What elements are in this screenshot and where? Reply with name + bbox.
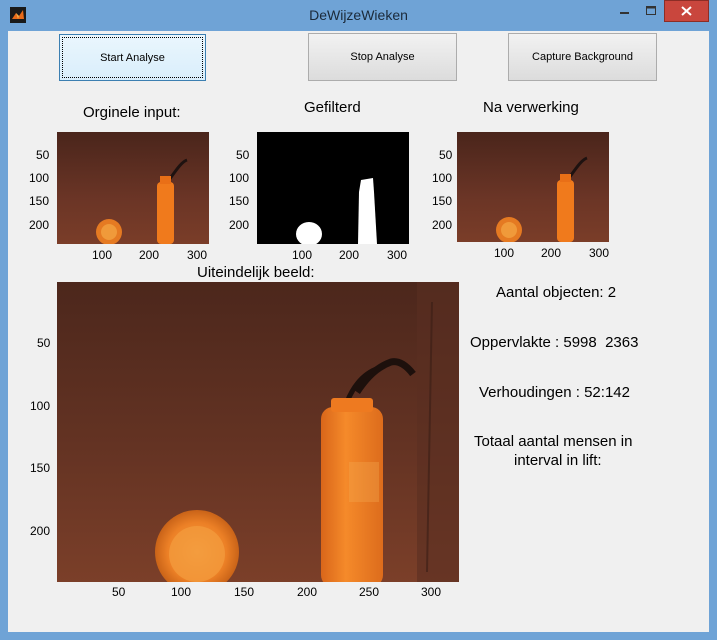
original-input-title: Orginele input: [83, 104, 181, 121]
total-people-label-line1: Totaal aantal mensen in [474, 433, 633, 450]
x-tick: 150 [234, 585, 255, 599]
y-tick: 200 [432, 218, 453, 232]
y-tick: 50 [37, 336, 51, 350]
x-tick: 200 [339, 248, 360, 262]
close-button[interactable] [664, 0, 709, 22]
x-tick: 300 [387, 248, 408, 262]
y-tick: 50 [236, 148, 250, 162]
processed-image-axes [457, 132, 609, 242]
x-tick: 300 [421, 585, 442, 599]
y-tick: 200 [30, 524, 51, 538]
close-icon [681, 6, 692, 16]
title-bar[interactable]: DeWijzeWieken [0, 0, 717, 31]
y-tick: 100 [30, 399, 51, 413]
start-analyse-button[interactable]: Start Analyse [59, 34, 206, 81]
app-window: DeWijzeWieken Start Analyse Stop Analyse… [0, 0, 717, 640]
original-image [57, 132, 209, 244]
x-tick: 100 [171, 585, 192, 599]
client-area: Start Analyse Stop Analyse Capture Backg… [8, 31, 709, 632]
x-tick: 300 [187, 248, 208, 262]
x-tick: 300 [589, 246, 610, 260]
x-tick: 250 [359, 585, 380, 599]
x-tick: 100 [292, 248, 313, 262]
x-tick: 50 [112, 585, 126, 599]
y-tick: 150 [29, 194, 50, 208]
y-tick: 150 [229, 194, 250, 208]
y-tick: 200 [229, 218, 250, 232]
y-tick: 150 [432, 194, 453, 208]
final-image-title: Uiteindelijk beeld: [197, 264, 315, 281]
x-tick: 200 [139, 248, 160, 262]
y-tick: 100 [229, 171, 250, 185]
y-tick: 100 [432, 171, 453, 185]
minimize-icon [620, 12, 629, 14]
capture-background-button[interactable]: Capture Background [508, 33, 657, 81]
processed-image [457, 132, 609, 242]
maximize-icon [646, 6, 656, 15]
filtered-image-axes [257, 132, 409, 244]
original-image-axes [57, 132, 209, 244]
filtered-image [257, 132, 409, 244]
y-tick: 50 [439, 148, 453, 162]
minimize-button[interactable] [611, 0, 638, 22]
y-tick: 200 [29, 218, 50, 232]
x-tick: 100 [494, 246, 515, 260]
ratio-text: Verhoudingen : 52:142 [479, 384, 630, 401]
window-title: DeWijzeWieken [309, 7, 408, 23]
filtered-title: Gefilterd [304, 99, 361, 116]
object-count-text: Aantal objecten: 2 [496, 284, 617, 301]
final-image [57, 282, 459, 582]
x-tick: 200 [297, 585, 318, 599]
x-tick: 200 [541, 246, 562, 260]
y-tick: 50 [36, 148, 50, 162]
area-text: Oppervlakte : 5998 2363 [470, 334, 639, 351]
y-tick: 150 [30, 461, 51, 475]
y-tick: 100 [29, 171, 50, 185]
x-tick: 100 [92, 248, 113, 262]
maximize-button[interactable] [638, 0, 664, 22]
processed-title: Na verwerking [483, 99, 579, 116]
total-people-label-line2: interval in lift: [514, 452, 602, 469]
stop-analyse-button[interactable]: Stop Analyse [308, 33, 457, 81]
final-image-axes [57, 282, 459, 582]
